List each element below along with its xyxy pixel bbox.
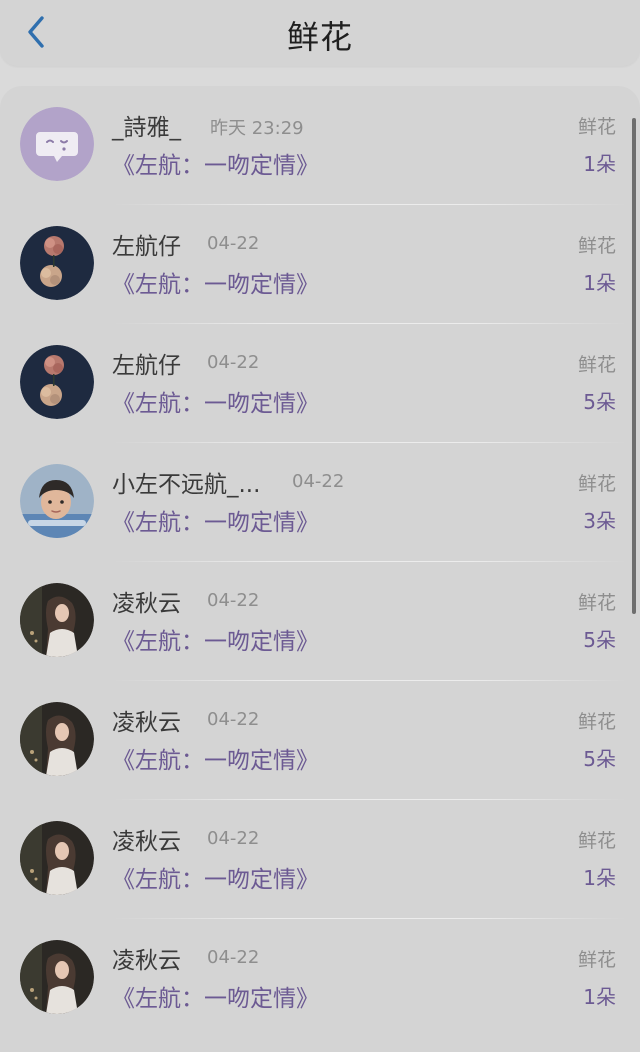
send-time: 04-22 bbox=[207, 828, 260, 849]
page-title: 鲜花 bbox=[286, 18, 353, 56]
gift-type: 鲜花 bbox=[577, 830, 616, 852]
book-title-link[interactable]: 《左航：一吻定情》 bbox=[112, 146, 319, 180]
gift-type: 鲜花 bbox=[577, 711, 616, 733]
list-item[interactable]: 小左不远航_... 04-22 《左航：一吻定情》 鲜花 3朵 bbox=[0, 443, 628, 562]
sender-name: 凌秋云 bbox=[112, 829, 181, 855]
gift-type: 鲜花 bbox=[577, 116, 616, 138]
avatar[interactable] bbox=[20, 226, 94, 300]
gift-count: 5朵 bbox=[583, 390, 616, 414]
sender-name: 凌秋云 bbox=[112, 710, 181, 736]
gift-count: 1朵 bbox=[583, 866, 616, 890]
avatar[interactable] bbox=[20, 464, 94, 538]
gift-type: 鲜花 bbox=[577, 949, 616, 971]
gift-type: 鲜花 bbox=[577, 354, 616, 376]
send-time: 04-22 bbox=[292, 471, 345, 492]
gift-count: 5朵 bbox=[583, 628, 616, 652]
sender-name: 左航仔 bbox=[112, 353, 181, 379]
book-title-link[interactable]: 《左航：一吻定情》 bbox=[112, 741, 319, 775]
flower-records-screen: 鲜花 _詩雅_ 昨天 23:29 《左航：一吻定情》 鲜花 1朵 左航仔 04-… bbox=[0, 0, 640, 1052]
list-item[interactable]: 凌秋云 04-22 《左航：一吻定情》 鲜花 1朵 bbox=[0, 800, 628, 919]
gift-type: 鲜花 bbox=[577, 592, 616, 614]
avatar[interactable] bbox=[20, 583, 94, 657]
flower-photo-avatar bbox=[20, 226, 94, 300]
avatar[interactable] bbox=[20, 821, 94, 895]
avatar[interactable] bbox=[20, 702, 94, 776]
book-title-link[interactable]: 《左航：一吻定情》 bbox=[112, 265, 319, 299]
list-item[interactable]: 左航仔 04-22 《左航：一吻定情》 鲜花 5朵 bbox=[0, 324, 628, 443]
book-title-link[interactable]: 《左航：一吻定情》 bbox=[112, 860, 319, 894]
sender-name: _詩雅_ bbox=[112, 115, 181, 141]
list-item[interactable]: _詩雅_ 昨天 23:29 《左航：一吻定情》 鲜花 1朵 bbox=[0, 86, 628, 205]
send-time: 04-22 bbox=[207, 352, 260, 373]
book-title-link[interactable]: 《左航：一吻定情》 bbox=[112, 384, 319, 418]
flower-record-list[interactable]: _詩雅_ 昨天 23:29 《左航：一吻定情》 鲜花 1朵 左航仔 04-22 … bbox=[0, 86, 640, 1052]
send-time: 昨天 23:29 bbox=[210, 118, 304, 139]
chat-bubble-icon bbox=[20, 107, 94, 181]
girl-photo-avatar bbox=[20, 821, 94, 895]
avatar[interactable] bbox=[20, 107, 94, 181]
sender-name: 左航仔 bbox=[112, 234, 181, 260]
gift-type: 鲜花 bbox=[577, 235, 616, 257]
send-time: 04-22 bbox=[207, 709, 260, 730]
sender-name: 凌秋云 bbox=[112, 591, 181, 617]
book-title-link[interactable]: 《左航：一吻定情》 bbox=[112, 503, 319, 537]
girl-photo-avatar bbox=[20, 583, 94, 657]
sender-name: 凌秋云 bbox=[112, 948, 181, 974]
scrollbar[interactable] bbox=[632, 118, 636, 614]
girl-photo-avatar bbox=[20, 702, 94, 776]
send-time: 04-22 bbox=[207, 947, 260, 968]
avatar[interactable] bbox=[20, 940, 94, 1014]
avatar[interactable] bbox=[20, 345, 94, 419]
girl-photo-avatar bbox=[20, 940, 94, 1014]
list-item[interactable]: 左航仔 04-22 《左航：一吻定情》 鲜花 1朵 bbox=[0, 205, 628, 324]
gift-count: 5朵 bbox=[583, 747, 616, 771]
gift-count: 1朵 bbox=[583, 271, 616, 295]
sender-name: 小左不远航_... bbox=[112, 472, 261, 498]
gift-count: 3朵 bbox=[583, 509, 616, 533]
book-title-link[interactable]: 《左航：一吻定情》 bbox=[112, 979, 319, 1013]
send-time: 04-22 bbox=[207, 590, 260, 611]
flower-photo-avatar bbox=[20, 345, 94, 419]
top-navigation-bar: 鲜花 bbox=[0, 0, 640, 66]
boy-photo-avatar bbox=[20, 464, 94, 538]
gift-count: 1朵 bbox=[583, 985, 616, 1009]
list-item[interactable]: 凌秋云 04-22 《左航：一吻定情》 鲜花 5朵 bbox=[0, 562, 628, 681]
list-item[interactable]: 凌秋云 04-22 《左航：一吻定情》 鲜花 1朵 bbox=[0, 919, 628, 1038]
book-title-link[interactable]: 《左航：一吻定情》 bbox=[112, 622, 319, 656]
list-item[interactable]: 凌秋云 04-22 《左航：一吻定情》 鲜花 5朵 bbox=[0, 681, 628, 800]
gift-type: 鲜花 bbox=[577, 473, 616, 495]
send-time: 04-22 bbox=[207, 233, 260, 254]
gift-count: 1朵 bbox=[583, 152, 616, 176]
